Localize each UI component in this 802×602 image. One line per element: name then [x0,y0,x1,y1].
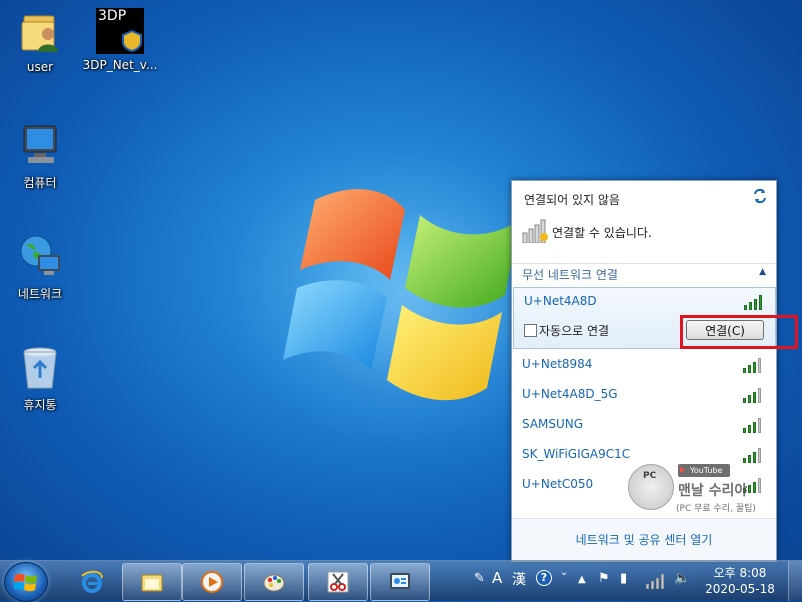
wifi-signal-icon [743,447,765,463]
auto-connect-checkbox[interactable] [524,324,537,337]
internet-explorer-icon [81,570,103,593]
wifi-signal-icon [743,357,765,373]
flyout-footer: 네트워크 및 공유 센터 열기 [512,518,776,561]
chevron-up-icon: ▲ [759,267,766,277]
file-explorer-icon [141,574,163,592]
network-name: SAMSUNG [522,417,584,431]
connection-availability-text: 연결할 수 있습니다. [552,226,652,240]
network-item[interactable]: U+Net8984 [512,349,776,379]
paint-icon [263,574,285,592]
refresh-icon[interactable] [752,188,768,204]
desktop-icon-user[interactable]: user [2,8,78,74]
taskbar: ✎ A 漢 ? ⌄ ▲ ⚑ ▮ 🔈 오후 8:08 2020-05-18 [0,560,802,602]
language-bar-icon[interactable]: ✎ [474,571,485,586]
taskbar-media-player[interactable] [182,563,242,601]
battery-icon[interactable]: ▮ [620,571,627,586]
desktop-icon-computer[interactable]: 컴퓨터 [2,122,78,191]
desktop-icon-label: 휴지통 [23,398,57,412]
network-name: SK_WiFiGIGA9C1C [522,447,631,461]
taskbar-internet-explorer[interactable] [62,563,122,601]
network-globe-icon [16,233,64,281]
desktop-icon-label: user [26,60,54,74]
clock-date: 2020-05-18 [705,582,775,596]
desktop-icon-3dp-net[interactable]: 3DP 3DP_Net_v... [82,8,158,72]
network-sharing-center-link[interactable]: 네트워크 및 공유 센터 열기 [512,531,776,548]
windows-flag-icon [14,573,37,592]
connection-status-title: 연결되어 있지 않음 [524,193,620,207]
network-name: U+Net4A8D_5G [522,387,618,401]
taskbar-clock[interactable]: 오후 8:08 2020-05-18 [700,565,780,597]
wifi-tray-icon[interactable] [646,573,668,589]
youtube-play-icon [680,467,685,473]
taskbar-file-explorer[interactable] [122,563,182,601]
network-item[interactable]: SAMSUNG [512,409,776,439]
wifi-signal-icon [743,387,765,403]
show-desktop-button[interactable] [788,561,802,601]
action-center-flag-icon[interactable]: ⚑ [598,571,610,586]
snipping-tool-icon [327,571,349,593]
taskbar-paint[interactable] [244,563,304,601]
wifi-signal-icon [744,294,766,310]
watermark-pc-text: PC [643,471,657,481]
recycle-bin-icon [16,344,64,392]
ime-hanja-toggle[interactable]: 漢 [512,569,526,589]
3dp-badge: 3DP [98,8,127,24]
media-player-icon [201,571,223,593]
user-folder-icon [16,8,64,56]
wireless-section-header[interactable]: 무선 네트워크 연결 ▲ [512,264,776,286]
show-hidden-icons-chevron-up-icon[interactable]: ▲ [578,574,586,585]
network-item[interactable]: U+Net4A8D_5G [512,379,776,409]
watermark-subtitle: (PC 무료 수리, 꿀팁) [676,504,756,514]
wifi-signal-icon [743,417,765,433]
desktop-icon-label: 네트워크 [17,287,63,301]
youtube-badge: YouTube [678,464,730,477]
clock-time: 오후 8:08 [713,566,767,580]
network-name: U+NetC050 [522,477,594,491]
volume-icon[interactable]: 🔈 [674,571,690,586]
wireless-section-label: 무선 네트워크 연결 [522,268,618,282]
ime-help-icon[interactable]: ? [536,570,552,586]
network-name: U+Net8984 [522,357,593,371]
desktop-icon-recycle-bin[interactable]: 휴지통 [2,344,78,413]
control-panel-icon [390,573,410,589]
auto-connect-label: 자동으로 연결 [539,324,610,338]
watermark-title: 맨날 수리야 [678,483,748,499]
connect-highlight-box [680,315,798,349]
youtube-label: YouTube [690,466,723,475]
computer-icon [16,122,64,170]
desktop-icon-label: 3DP_Net_v... [82,58,158,72]
network-name: U+Net4A8D [524,294,597,308]
signal-available-icon [522,219,548,243]
3dp-app-icon: 3DP [96,8,144,54]
ime-alpha-toggle[interactable]: A [492,569,502,587]
watermark-logo-icon: PC [628,464,674,510]
desktop-icon-label: 컴퓨터 [23,176,57,190]
desktop-icon-network[interactable]: 네트워크 [2,233,78,302]
taskbar-snipping-tool[interactable] [308,563,368,601]
ime-options-icon[interactable]: ⌄ [560,567,568,578]
start-button[interactable] [4,562,48,602]
flyout-header: 연결되어 있지 않음 연결할 수 있습니다. [512,181,776,264]
windows-logo-wallpaper [283,189,520,401]
channel-watermark: PC YouTube 맨날 수리야 (PC 무료 수리, 꿀팁) [628,462,768,518]
taskbar-control-panel[interactable] [370,563,430,601]
